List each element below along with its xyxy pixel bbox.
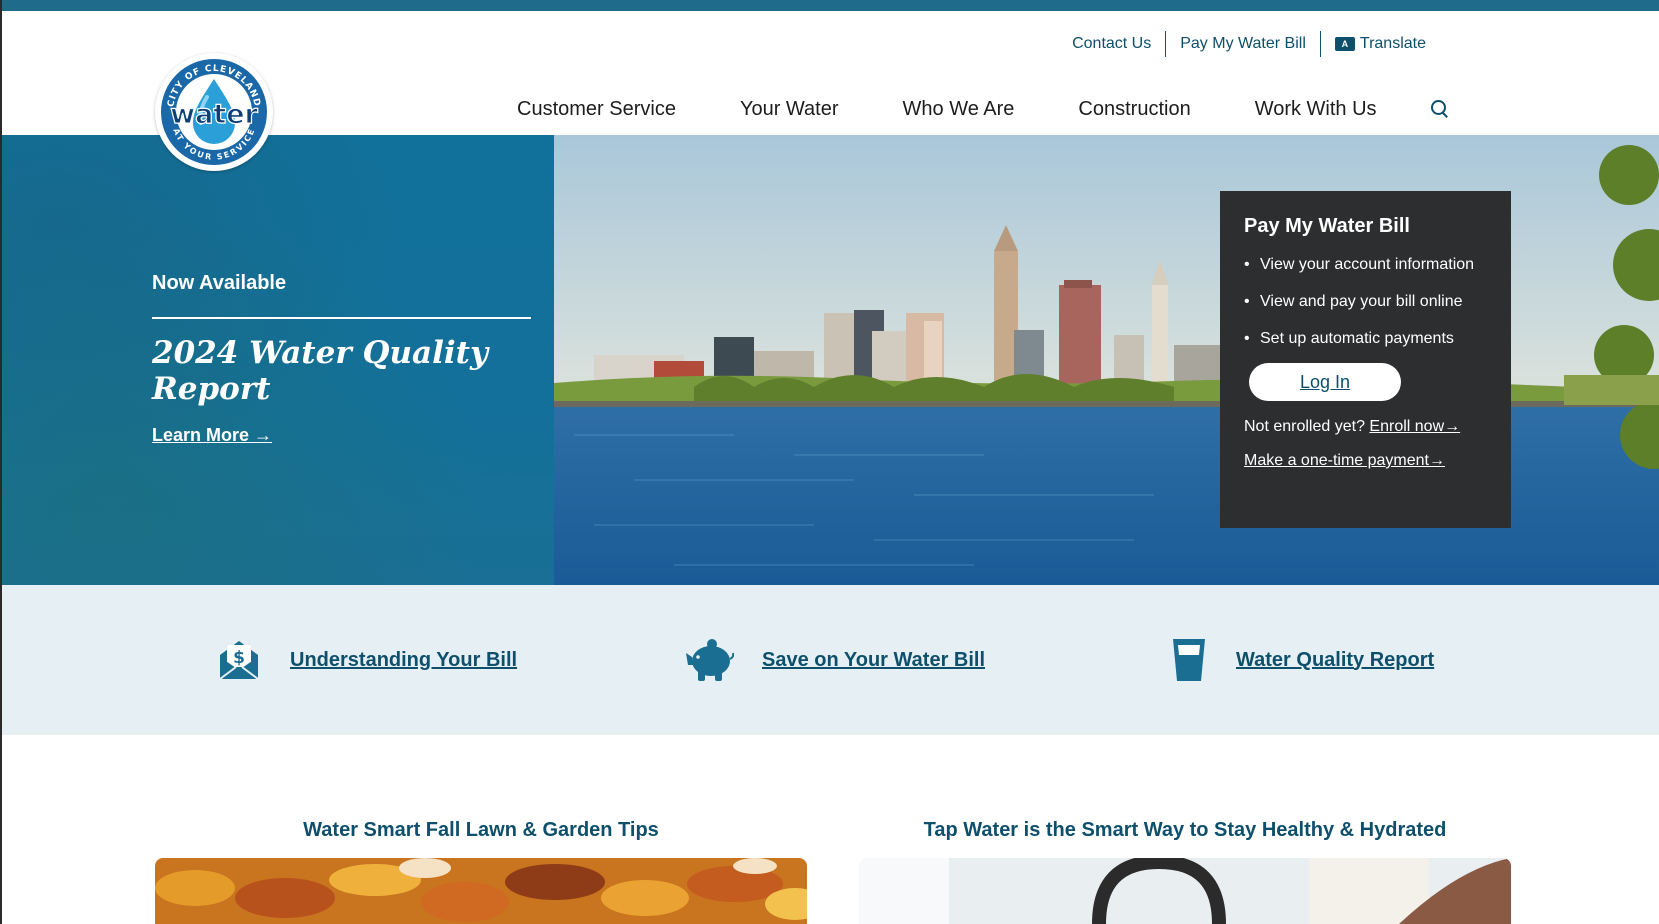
city-water-logo[interactable]: water CITY OF CLEVELAND AT YOUR SERVICE bbox=[155, 53, 273, 171]
enroll-prompt: Not enrolled yet? Enroll now→ bbox=[1244, 418, 1487, 436]
nav-customer-service[interactable]: Customer Service bbox=[517, 96, 676, 122]
nav-construction[interactable]: Construction bbox=[1078, 96, 1190, 122]
nav-who-we-are[interactable]: Who We Are bbox=[903, 96, 1015, 122]
piggy-bank-icon bbox=[686, 639, 734, 681]
pay-bill-link[interactable]: Pay My Water Bill bbox=[1166, 32, 1320, 56]
pay-panel-bullet: Set up automatic payments bbox=[1244, 320, 1487, 357]
quick-link-label: Save on Your Water Bill bbox=[762, 648, 986, 671]
utility-nav: Contact Us Pay My Water Bill A Translate bbox=[1058, 31, 1426, 57]
quick-link-water-quality[interactable]: Water Quality Report bbox=[1170, 637, 1434, 683]
quick-link-save-bill[interactable]: Save on Your Water Bill bbox=[684, 637, 985, 683]
enroll-now-link[interactable]: Enroll now→ bbox=[1369, 418, 1460, 435]
learn-more-label: Learn More bbox=[152, 425, 250, 445]
article-title-tap-water[interactable]: Tap Water is the Smart Way to Stay Healt… bbox=[859, 819, 1511, 842]
learn-more-link[interactable]: Learn More → bbox=[152, 425, 272, 446]
contact-us-link[interactable]: Contact Us bbox=[1058, 32, 1165, 56]
quick-link-label: Understanding Your Bill bbox=[290, 648, 518, 671]
main-nav: Customer Service Your Water Who We Are C… bbox=[517, 96, 1451, 122]
quick-link-label: Water Quality Report bbox=[1236, 648, 1435, 671]
translate-button[interactable]: A Translate bbox=[1321, 32, 1426, 56]
hero-divider bbox=[152, 317, 531, 319]
nav-your-water[interactable]: Your Water bbox=[740, 96, 839, 122]
hero-title: 2024 Water Quality Report bbox=[152, 335, 488, 407]
one-time-payment-link[interactable]: Make a one-time payment→ bbox=[1244, 452, 1487, 470]
hero-eyebrow: Now Available bbox=[152, 272, 287, 294]
article-title-lawn[interactable]: Water Smart Fall Lawn & Garden Tips bbox=[155, 819, 807, 842]
pay-panel-title: Pay My Water Bill bbox=[1244, 215, 1410, 237]
arrow-right-icon: → bbox=[254, 425, 273, 445]
translate-icon: A bbox=[1334, 37, 1355, 51]
search-icon[interactable] bbox=[1429, 98, 1451, 120]
logo-word: water bbox=[170, 99, 258, 130]
bill-envelope-icon: $ bbox=[219, 641, 259, 680]
quick-links-band: $ Understanding Your Bill Save on Your W… bbox=[2, 585, 1659, 735]
water-glass-icon bbox=[1173, 639, 1205, 681]
pay-panel-bullet: View and pay your bill online bbox=[1244, 283, 1487, 320]
fall-leaves-image[interactable] bbox=[155, 858, 807, 924]
top-accent-bar bbox=[2, 0, 1659, 11]
translate-label: Translate bbox=[1359, 35, 1426, 52]
log-in-button[interactable]: Log In bbox=[1249, 363, 1401, 401]
not-enrolled-text: Not enrolled yet? bbox=[1244, 418, 1365, 435]
quick-link-understanding-bill[interactable]: $ Understanding Your Bill bbox=[216, 637, 517, 683]
pay-panel-bullet: View your account information bbox=[1244, 246, 1487, 283]
pay-panel-list: View your account information View and p… bbox=[1244, 246, 1487, 357]
page: Contact Us Pay My Water Bill A Translate… bbox=[0, 0, 1659, 924]
svg-text:$: $ bbox=[233, 648, 245, 668]
nav-work-with-us[interactable]: Work With Us bbox=[1255, 96, 1377, 122]
pay-bill-panel: Pay My Water Bill View your account info… bbox=[1220, 191, 1511, 528]
tap-water-faucet-image[interactable] bbox=[859, 858, 1511, 924]
hero-promo-panel: Now Available 2024 Water Quality Report … bbox=[2, 135, 554, 585]
